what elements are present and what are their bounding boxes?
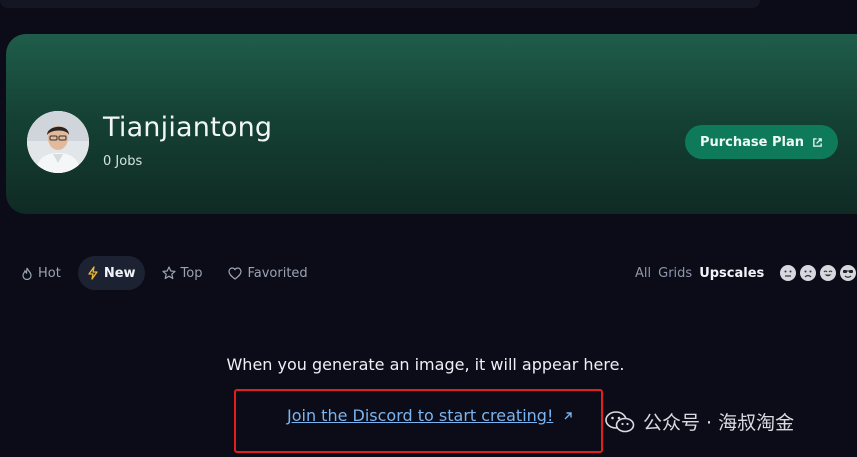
- feed-tabs: Hot New Top Favorited: [12, 256, 325, 290]
- avatar-photo: [27, 111, 89, 173]
- tab-top[interactable]: Top: [153, 256, 212, 290]
- filter-upscales[interactable]: Upscales: [699, 266, 764, 281]
- profile-banner: Tianjiantong 0 Jobs Purchase Plan: [6, 34, 857, 214]
- watermark: 公众号 · 海叔淘金: [605, 408, 794, 435]
- type-filters: All Grids Upscales: [635, 266, 764, 281]
- sad-face-icon[interactable]: [800, 265, 816, 281]
- filter-grids[interactable]: Grids: [658, 266, 692, 281]
- flame-icon: [22, 267, 32, 280]
- cool-face-icon[interactable]: [840, 265, 856, 281]
- neutral-face-icon[interactable]: [780, 265, 796, 281]
- avatar: [27, 111, 89, 173]
- tab-hot-label: Hot: [38, 265, 61, 281]
- job-count: 0 Jobs: [103, 154, 143, 169]
- purchase-plan-button[interactable]: Purchase Plan: [685, 125, 838, 159]
- profile-username: Tianjiantong: [103, 112, 273, 143]
- tab-new-label: New: [103, 265, 136, 281]
- lightning-icon: [88, 266, 98, 280]
- wechat-icon: [605, 410, 635, 432]
- join-discord-label: Join the Discord to start creating!: [287, 406, 554, 425]
- emoji-filters: [780, 265, 856, 281]
- smile-face-icon[interactable]: [820, 265, 836, 281]
- heart-icon: [228, 266, 243, 280]
- tab-favorited-label: Favorited: [247, 265, 308, 281]
- arrow-up-right-icon: [564, 411, 573, 419]
- purchase-plan-label: Purchase Plan: [699, 134, 805, 150]
- tab-new[interactable]: New: [77, 256, 145, 290]
- tab-favorited[interactable]: Favorited: [219, 256, 316, 290]
- filter-all[interactable]: All: [635, 266, 651, 281]
- join-discord-link[interactable]: Join the Discord to start creating!: [287, 406, 573, 425]
- top-bar: [0, 0, 760, 8]
- tab-top-label: Top: [180, 265, 203, 281]
- tab-hot[interactable]: Hot: [12, 256, 70, 290]
- empty-state-message: When you generate an image, it will appe…: [226, 355, 625, 374]
- watermark-text: 公众号 · 海叔淘金: [643, 412, 795, 434]
- star-icon: [161, 266, 176, 280]
- external-link-icon: [813, 137, 822, 147]
